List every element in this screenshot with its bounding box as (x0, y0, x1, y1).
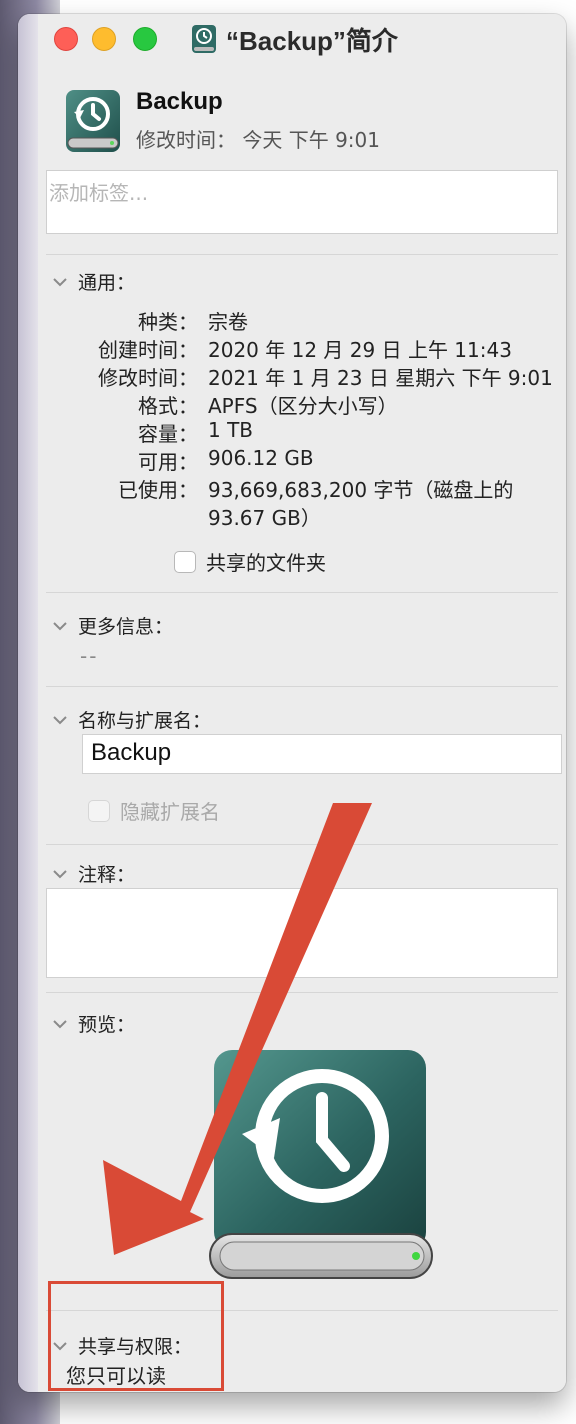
section-divider (46, 992, 558, 993)
volume-modified: 修改时间： 今天 下午 9:01 (136, 128, 380, 152)
section-divider (46, 254, 558, 255)
volume-name: Backup (136, 88, 223, 115)
section-divider (46, 592, 558, 593)
section-divider (46, 686, 558, 687)
shared-folder-checkbox[interactable] (174, 550, 196, 573)
info-value: 宗卷 (208, 310, 248, 334)
info-row: 种类： 宗卷 (38, 306, 566, 334)
hide-extension-checkbox (88, 799, 110, 822)
info-value: 93,669,683,200 字节（磁盘上的 (208, 478, 514, 502)
info-value: APFS（区分大小写） (208, 394, 398, 418)
info-label: 修改时间： (98, 366, 198, 390)
preview-section-header[interactable]: 预览： (52, 1010, 135, 1037)
time-machine-drive-icon (192, 25, 216, 53)
zoom-button[interactable] (133, 27, 157, 51)
info-row: 已使用： 93,669,683,200 字节（磁盘上的 (38, 474, 566, 502)
annotation-highlight-box (48, 1281, 224, 1391)
info-label: 容量： (138, 422, 198, 446)
close-button[interactable] (54, 27, 78, 51)
info-label: 已使用： (118, 478, 198, 502)
info-value: 906.12 GB (208, 446, 314, 470)
window-content: “Backup”简介 Backup 修改时间： 今天 下午 9:01 添加标签.… (38, 14, 566, 1392)
hide-extension-option: 隐藏扩展名 (88, 796, 220, 825)
name-input-value: Backup (91, 739, 172, 766)
more-info-value: -- (80, 644, 99, 668)
info-row: 修改时间： 2021 年 1 月 23 日 星期六 下午 9:01 (38, 362, 566, 390)
name-ext-section-title: 名称与扩展名： (78, 710, 212, 732)
hide-extension-label: 隐藏扩展名 (120, 800, 220, 824)
info-row: 创建时间： 2020 年 12 月 29 日 上午 11:43 (38, 334, 566, 362)
chevron-down-icon[interactable] (52, 274, 68, 290)
title-bar[interactable]: “Backup”简介 (38, 14, 566, 66)
chevron-down-icon[interactable] (52, 618, 68, 634)
time-machine-drive-icon (66, 90, 120, 152)
name-ext-section-header[interactable]: 名称与扩展名： (52, 706, 211, 733)
get-info-window: “Backup”简介 Backup 修改时间： 今天 下午 9:01 添加标签.… (18, 14, 566, 1392)
info-value: 1 TB (208, 418, 254, 442)
comments-section-title: 注释： (78, 864, 136, 886)
comments-textarea[interactable] (46, 888, 558, 978)
more-info-section-header[interactable]: 更多信息： (52, 612, 173, 639)
section-divider (46, 844, 558, 845)
minimize-button[interactable] (92, 27, 116, 51)
window-title-group: “Backup”简介 (190, 22, 398, 56)
info-label: 可用： (138, 450, 198, 474)
info-label: 种类： (138, 310, 198, 334)
info-row: 93.67 GB） (38, 502, 566, 530)
time-machine-drive-icon (209, 1050, 433, 1279)
general-section-title: 通用： (78, 272, 136, 294)
shared-folder-option[interactable]: 共享的文件夹 (174, 547, 326, 576)
shared-folder-label: 共享的文件夹 (206, 551, 326, 575)
chevron-down-icon[interactable] (52, 1016, 68, 1032)
comments-section-header[interactable]: 注释： (52, 860, 135, 887)
info-value: 93.67 GB） (208, 506, 321, 530)
general-section-header[interactable]: 通用： (52, 268, 135, 295)
info-label: 创建时间： (98, 338, 198, 362)
info-value: 2021 年 1 月 23 日 星期六 下午 9:01 (208, 366, 553, 390)
info-label: 格式： (138, 394, 198, 418)
info-row: 格式： APFS（区分大小写） (38, 390, 566, 418)
more-info-section-title: 更多信息： (78, 616, 174, 638)
tags-field[interactable]: 添加标签... (46, 170, 558, 234)
window-title: “Backup”简介 (226, 25, 398, 56)
info-value: 2020 年 12 月 29 日 上午 11:43 (208, 338, 512, 362)
chevron-down-icon[interactable] (52, 712, 68, 728)
background-window-strip (18, 14, 38, 1392)
info-header: Backup 修改时间： 今天 下午 9:01 (38, 84, 566, 174)
info-row: 容量： 1 TB (38, 418, 566, 446)
name-input[interactable]: Backup (82, 734, 562, 774)
preview-section-title: 预览： (78, 1014, 136, 1036)
chevron-down-icon[interactable] (52, 866, 68, 882)
tags-placeholder: 添加标签... (49, 181, 149, 205)
info-row: 可用： 906.12 GB (38, 446, 566, 474)
